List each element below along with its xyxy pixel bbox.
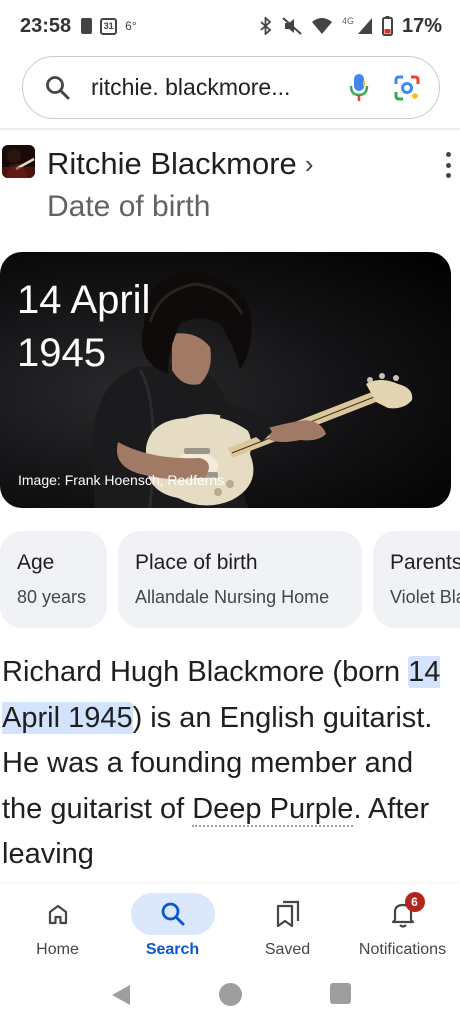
entity-title[interactable]: Ritchie Blackmore — [47, 146, 297, 182]
entity-title-link[interactable]: Ritchie Blackmore › — [47, 146, 313, 182]
chip-label: Place of birth — [135, 551, 258, 574]
entity-attribute-subtitle: Date of birth — [47, 190, 211, 223]
chip-value: Violet Blackmore — [390, 587, 460, 607]
sim-alert-icon — [81, 18, 93, 34]
mute-icon — [282, 17, 302, 35]
battery-percent: 17% — [401, 14, 442, 37]
chevron-right-icon: › — [304, 148, 314, 179]
status-left-icons: 31 6° — [81, 17, 137, 35]
home-button-icon[interactable] — [219, 983, 242, 1006]
nav-label: Saved — [264, 941, 311, 958]
temperature-text: 6° — [125, 19, 137, 33]
answer-image-card[interactable]: 14 April 1945 Image: Frank Hoensch, Redf… — [0, 252, 451, 508]
more-options-icon[interactable] — [441, 150, 455, 180]
entity-thumbnail[interactable] — [2, 145, 35, 178]
nav-label: Notifications — [358, 941, 447, 958]
bookmark-icon — [276, 900, 299, 928]
nav-label: Home — [36, 941, 79, 958]
nav-saved[interactable]: Saved — [230, 884, 345, 974]
nav-search[interactable]: Search — [115, 884, 230, 974]
chip-label: Age — [17, 551, 55, 574]
chip-value: 80 years — [17, 587, 87, 607]
chip-parents[interactable]: Parents Violet Blackmore — [373, 531, 460, 628]
search-bar[interactable]: ritchie. blackmore... — [22, 56, 440, 119]
status-time: 23:58 — [20, 14, 72, 37]
chip-place-of-birth[interactable]: Place of birth Allandale Nursing Home — [118, 531, 362, 628]
search-icon — [161, 902, 184, 926]
deep-purple-link[interactable]: Deep Purple — [192, 792, 354, 827]
battery-icon — [381, 16, 393, 36]
entity-description: Richard Hugh Blackmore (born 14 April 19… — [2, 650, 458, 878]
back-icon[interactable] — [110, 983, 132, 1007]
attribute-chips-carousel[interactable]: Age 80 years Place of birth Allandale Nu… — [0, 531, 460, 629]
answer-date-line1: 14 April — [17, 278, 151, 322]
answer-date: 14 April 1945 — [17, 274, 217, 380]
answer-date-line2: 1945 — [17, 331, 106, 375]
search-icon[interactable] — [45, 75, 71, 101]
chip-age[interactable]: Age 80 years — [0, 531, 107, 628]
search-input[interactable]: ritchie. blackmore... — [91, 74, 339, 101]
status-bar: 23:58 31 6° 4G 17% — [0, 0, 460, 52]
nav-notifications[interactable]: 6 Notifications — [345, 884, 460, 974]
recents-icon[interactable] — [330, 983, 351, 1004]
home-icon — [48, 904, 67, 925]
signal-icon — [357, 18, 372, 34]
bottom-navigation: Home Search Saved 6 Notifications — [0, 884, 460, 974]
calendar-icon: 31 — [100, 17, 118, 35]
image-credit: Image: Frank Hoensch, Redferns — [18, 472, 225, 488]
bluetooth-icon — [260, 17, 272, 35]
notification-badge: 6 — [404, 892, 425, 912]
description-text-start: Richard Hugh Blackmore (born — [2, 656, 409, 688]
status-right-icons: 4G 17% — [259, 15, 442, 38]
chip-label: Parents — [390, 551, 460, 574]
lens-icon[interactable] — [393, 74, 421, 102]
nav-home[interactable]: Home — [0, 884, 115, 974]
system-navigation-bar — [0, 974, 460, 1024]
chip-value: Allandale Nursing Home — [135, 587, 330, 607]
network-label: 4G — [341, 16, 354, 26]
wifi-icon — [311, 18, 332, 34]
mic-icon[interactable] — [349, 73, 369, 103]
nav-label: Search — [145, 941, 200, 958]
header-divider — [0, 128, 460, 130]
